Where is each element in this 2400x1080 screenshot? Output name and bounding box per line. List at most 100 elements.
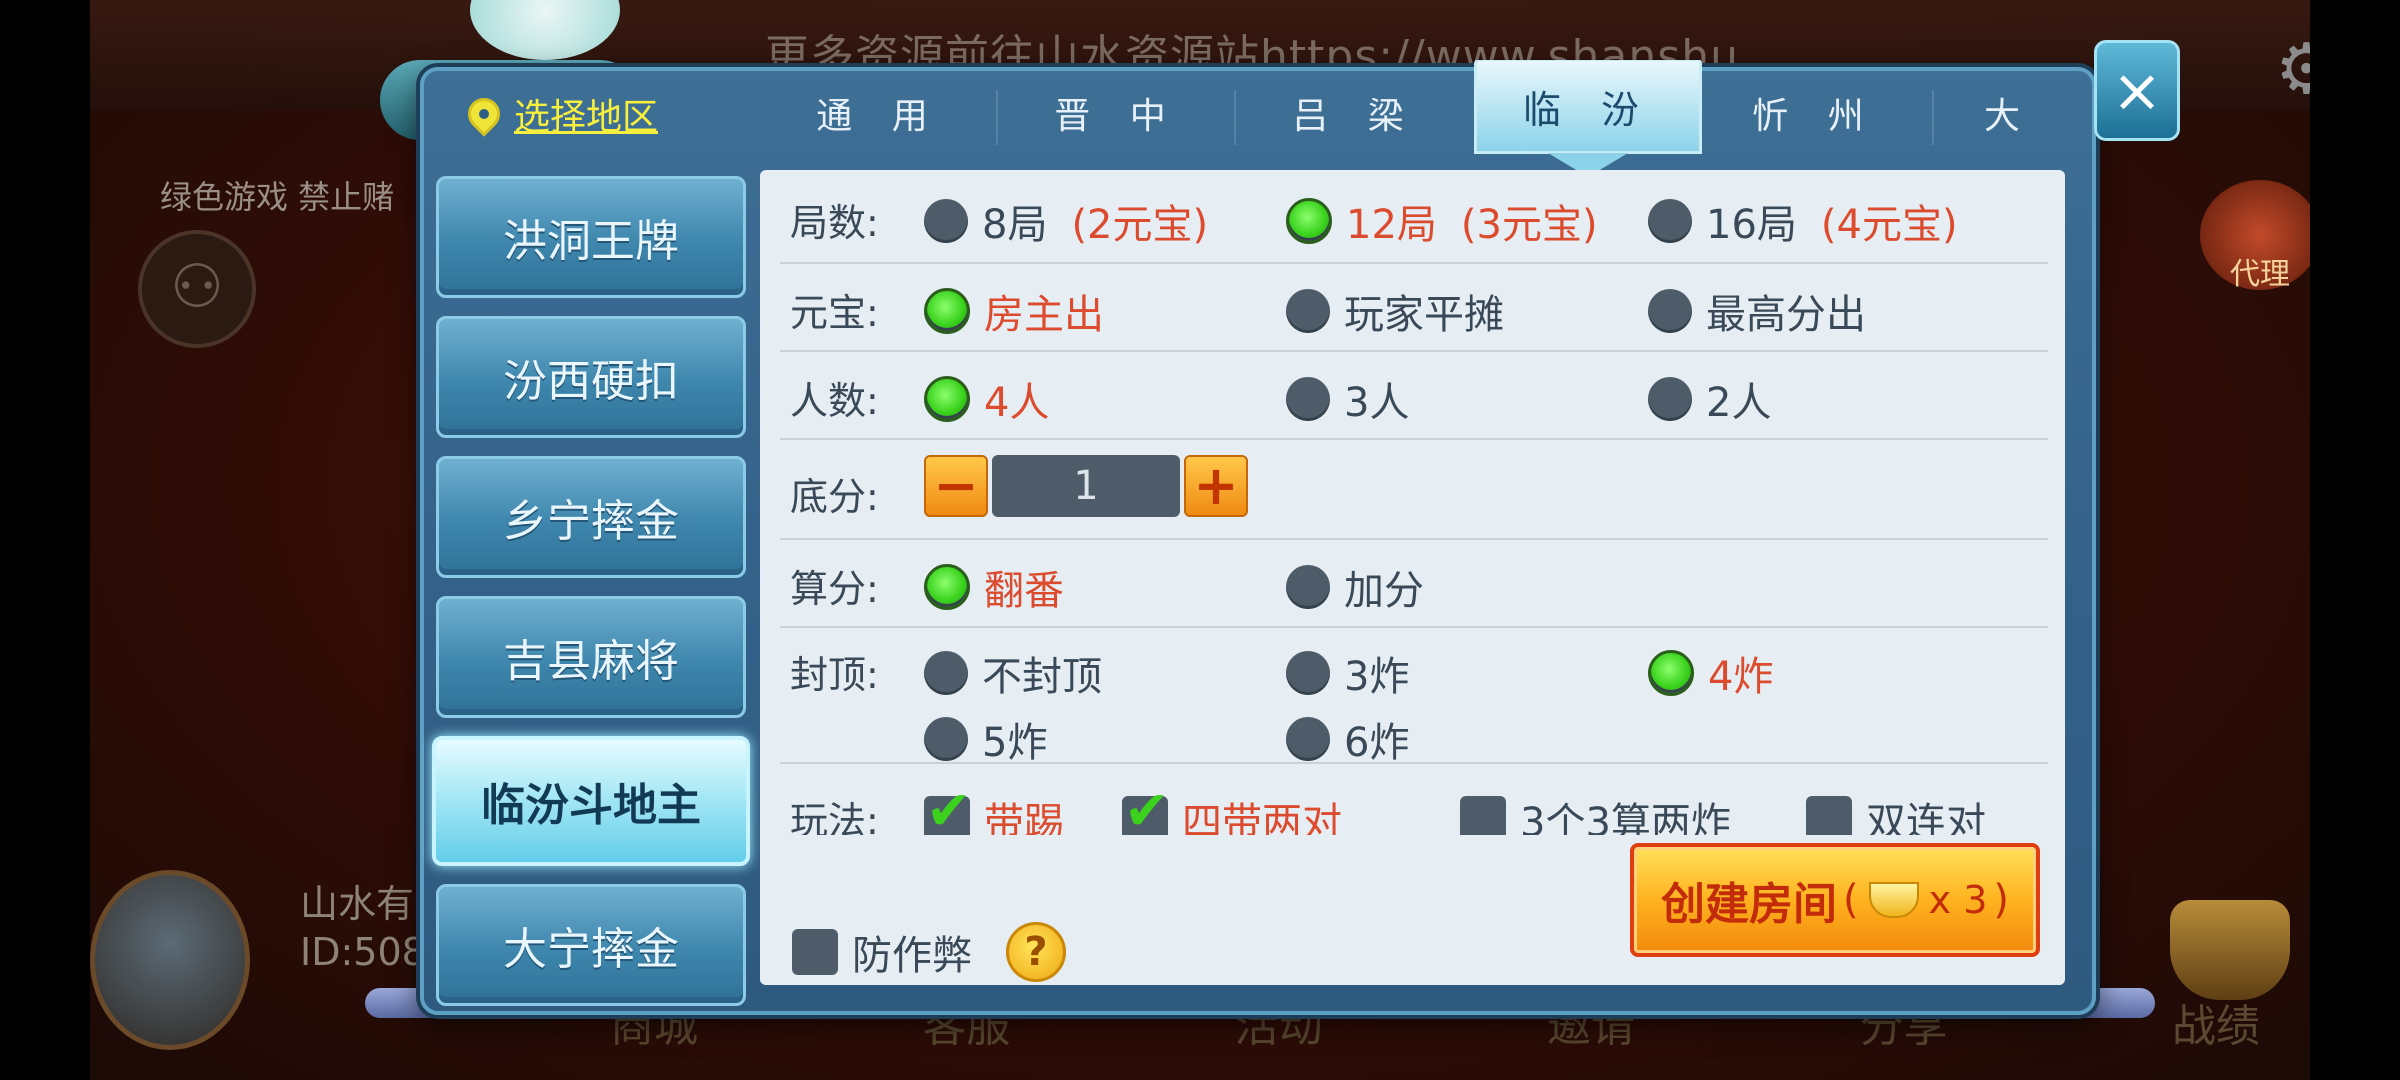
radio-button[interactable] [1648,377,1692,421]
radio-button[interactable] [924,651,968,695]
create-room-cost: x 3 [1928,878,1988,922]
game-item-xiangning-shuaijin[interactable]: 乡宁摔金 [436,456,746,578]
option-price: (3元宝) [1460,202,1598,248]
tab-da[interactable]: 大 [1934,60,2084,165]
tab-lvliang[interactable]: 吕 梁 [1236,60,1474,165]
create-room-label: 创建房间 [1661,879,1838,930]
base-score-label: 底分: [790,475,879,519]
game-item-fenxi-yingkou[interactable]: 汾西硬扣 [436,316,746,438]
user-name: 山水有 [300,882,415,926]
option-text: 4炸 [1708,654,1774,700]
cap-option-5[interactable]: 5炸 [924,710,1047,768]
cap-option-none[interactable]: 不封顶 [924,644,1102,702]
option-text: 玩家平摊 [1344,292,1504,338]
option-text: 3炸 [1344,654,1410,700]
agent-button[interactable]: 代理 [2200,180,2310,292]
option-text: 翻番 [984,568,1064,614]
close-button[interactable]: × [2094,40,2180,141]
agent-label: 代理 [2230,257,2290,292]
option-text: 加分 [1344,568,1424,614]
scoring-row: 算分: 翻番 加分 [780,538,2048,628]
payment-option-split[interactable]: 玩家平摊 [1286,282,1504,340]
radio-button-selected[interactable] [924,564,970,610]
radio-button-selected[interactable] [924,288,970,334]
payment-row: 元宝: 房主出 玩家平摊 最高分出 [780,262,2048,352]
players-option-3[interactable]: 3人 [1286,370,1409,428]
players-row: 人数: 4人 3人 2人 [780,350,2048,440]
scoring-option-add[interactable]: 加分 [1286,558,1424,616]
anti-cheat-option[interactable]: 防作弊 ? [792,922,1066,982]
option-text: 4人 [984,380,1050,426]
payment-option-host[interactable]: 房主出 [924,282,1104,340]
option-price: (2元宝) [1071,202,1209,248]
game-list: 洪洞王牌 汾西硬扣 乡宁摔金 吉县麻将 临汾斗地主 大宁摔金 [432,176,752,1024]
base-score-stepper: − 1 + [924,455,1248,517]
option-price: (4元宝) [1820,202,1958,248]
radio-button[interactable] [1286,377,1330,421]
cap-label: 封顶: [790,653,879,697]
players-option-4[interactable]: 4人 [924,370,1049,428]
rounds-option-12[interactable]: 12局 (3元宝) [1286,192,1598,250]
tab-jinzhong[interactable]: 晋 中 [998,60,1236,165]
region-label[interactable]: 选择地区 [514,88,658,140]
radio-button-selected[interactable] [924,376,970,422]
increment-button[interactable]: + [1184,455,1248,517]
radio-button-selected[interactable] [1286,198,1332,244]
radio-button[interactable] [1286,565,1330,609]
option-text: 16局 [1706,202,1797,248]
game-item-linfen-doudizhu[interactable]: 临汾斗地主 [432,736,750,866]
radio-button[interactable] [1286,717,1330,761]
trophy-icon[interactable] [2170,900,2290,1000]
game-item-jixian-majiang[interactable]: 吉县麻将 [436,596,746,718]
option-text: 房主出 [984,292,1104,338]
option-text: 3人 [1344,380,1410,426]
help-icon[interactable]: ? [1006,922,1066,982]
close-paren: ) [1993,877,2009,923]
option-text: 6炸 [1344,720,1410,766]
cap-option-6[interactable]: 6炸 [1286,710,1409,768]
payment-label: 元宝: [790,291,879,335]
game-item-daning-shuaijin[interactable]: 大宁摔金 [436,884,746,1006]
gear-icon[interactable]: ⚙ [2275,28,2310,110]
cap-option-3[interactable]: 3炸 [1286,644,1409,702]
radio-button[interactable] [1286,651,1330,695]
radio-button[interactable] [924,717,968,761]
scoring-option-double[interactable]: 翻番 [924,558,1064,616]
stamp-icon[interactable]: ⚇ [138,230,256,348]
avatar[interactable] [90,870,250,1050]
checkbox[interactable] [792,929,838,975]
close-icon: × [2111,55,2163,126]
rounds-row: 局数: 8局 (2元宝) 12局 (3元宝) 16局 (4元宝) [780,170,2048,264]
region-selector[interactable]: 选择地区 [461,88,658,140]
base-score-value: 1 [992,455,1180,517]
radio-button[interactable] [924,199,968,243]
create-room-button[interactable]: 创建房间 ( x 3 ) [1630,843,2040,957]
user-info: 山水有 ID:508 [300,880,426,976]
region-tabs: 通 用 晋 中 吕 梁 临 汾 忻 州 大 [760,60,2085,170]
open-paren: ( [1843,877,1859,923]
anti-cheat-label: 防作弊 [852,933,972,979]
players-option-2[interactable]: 2人 [1648,370,1771,428]
green-game-notice: 绿色游戏 禁止赌 [160,178,395,216]
radio-button[interactable] [1648,199,1692,243]
rounds-option-16[interactable]: 16局 (4元宝) [1648,192,1958,250]
option-text: 5炸 [982,720,1048,766]
tab-xinzhou[interactable]: 忻 州 [1696,60,1934,165]
decrement-button[interactable]: − [924,455,988,517]
radio-button[interactable] [1286,289,1330,333]
radio-button-selected[interactable] [1648,650,1694,696]
tab-general[interactable]: 通 用 [760,60,998,165]
user-id: ID:508 [300,930,426,974]
option-text: 8局 [982,202,1048,248]
tab-linfen[interactable]: 临 汾 [1474,60,1702,154]
cap-option-4[interactable]: 4炸 [1648,644,1773,702]
nav-records[interactable]: 战绩 [2172,990,2260,1054]
rounds-option-8[interactable]: 8局 (2元宝) [924,192,1208,250]
payment-option-winner[interactable]: 最高分出 [1648,282,1866,340]
cap-row: 封顶: 不封顶 3炸 4炸 5炸 6炸 [780,626,2048,766]
option-text: 最高分出 [1706,292,1866,338]
option-text: 不封顶 [982,654,1102,700]
radio-button[interactable] [1648,289,1692,333]
rounds-label: 局数: [790,201,879,245]
game-item-hongdong-wangpai[interactable]: 洪洞王牌 [436,176,746,298]
